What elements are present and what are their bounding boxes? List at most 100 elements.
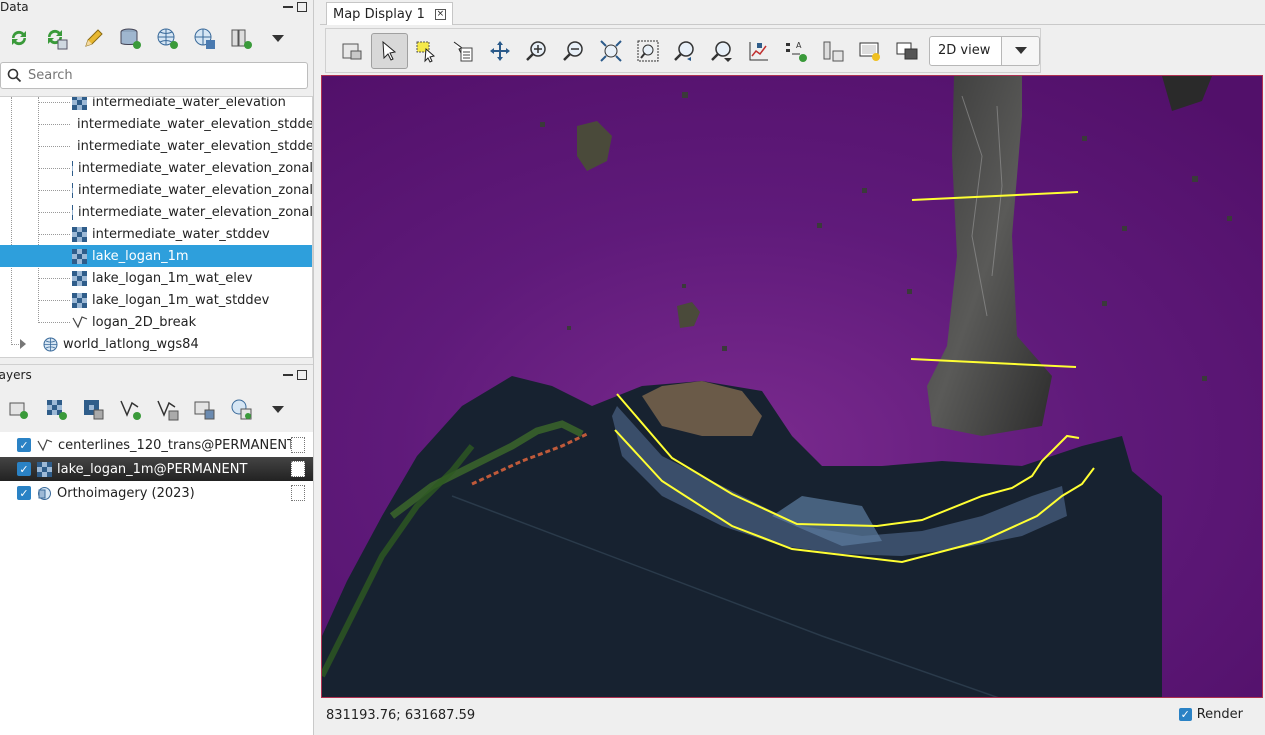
- add-web-layer-icon: [231, 399, 251, 420]
- data-menu-button[interactable]: [259, 22, 296, 54]
- zoom-region-icon: [637, 40, 659, 61]
- select-icon: [416, 41, 436, 63]
- layers-toolbar: [0, 393, 296, 425]
- display-map-button[interactable]: [334, 33, 371, 69]
- globe-icon: [43, 337, 58, 351]
- layer-checkbox[interactable]: ✓: [17, 462, 31, 476]
- minimize-icon[interactable]: [283, 374, 293, 376]
- add-raster-misc-icon: [83, 400, 103, 420]
- raster-icon: [72, 270, 87, 286]
- search-field[interactable]: [0, 62, 308, 89]
- select-button[interactable]: [408, 33, 445, 69]
- tree-item-selected[interactable]: lake_logan_1m: [0, 245, 312, 267]
- map-canvas[interactable]: [321, 75, 1263, 698]
- expand-arrow-icon[interactable]: [19, 339, 27, 349]
- layer-checkbox[interactable]: ✓: [17, 438, 31, 452]
- query-icon: [453, 41, 473, 61]
- view-mode-dropdown-button[interactable]: [1002, 35, 1040, 66]
- close-icon[interactable]: ×: [434, 8, 446, 20]
- zoom-extent-button[interactable]: [593, 33, 630, 69]
- add-raster-button[interactable]: [37, 393, 74, 425]
- decoration-button[interactable]: A: [777, 33, 814, 69]
- pointer-button[interactable]: [370, 32, 408, 69]
- render-checkbox[interactable]: ✓: [1178, 708, 1192, 721]
- search-icon: [7, 68, 22, 83]
- database-button[interactable]: [111, 22, 148, 54]
- add-web-service-button[interactable]: [222, 393, 259, 425]
- query-button[interactable]: [445, 33, 482, 69]
- svg-text:A: A: [796, 41, 802, 50]
- pointer-icon: [382, 40, 397, 61]
- tree-item[interactable]: lake_logan_1m_wat_elev: [0, 267, 312, 289]
- maximize-icon[interactable]: [297, 2, 307, 12]
- zoom-out-button[interactable]: [556, 33, 593, 69]
- tree-item-label: intermediate_water_elevation_zonal: [78, 204, 313, 220]
- edit-button[interactable]: [74, 22, 111, 54]
- web-service-button[interactable]: [148, 22, 185, 54]
- tree-item[interactable]: intermediate_water_stddev: [0, 223, 312, 245]
- menu-dropdown-icon: [271, 34, 284, 42]
- layer-row-selected[interactable]: ✓ lake_logan_1m@PERMANENT: [0, 457, 313, 481]
- display-settings-button[interactable]: [888, 33, 925, 69]
- raster-icon: [72, 248, 87, 264]
- zoom-out-icon: [563, 40, 583, 61]
- tree-item-label: world_latlong_wgs84: [63, 336, 199, 352]
- layers-panel-controls: [283, 368, 307, 382]
- add-map-layers-button[interactable]: [0, 393, 37, 425]
- tree-item[interactable]: intermediate_water_elevation_zonal: [0, 157, 313, 179]
- layer-settings-icon[interactable]: [291, 437, 305, 453]
- tree-item-label: intermediate_water_elevation_zonal: [78, 160, 313, 176]
- zoom-menu-button[interactable]: [703, 33, 740, 69]
- add-vector-misc-button[interactable]: [148, 393, 185, 425]
- zoom-region-button[interactable]: [630, 33, 667, 69]
- layer-settings-icon[interactable]: [291, 485, 305, 501]
- analyze-button[interactable]: [740, 33, 777, 69]
- raster-icon: [72, 160, 74, 176]
- layers-menu-button[interactable]: [259, 393, 296, 425]
- tree-item[interactable]: intermediate_water_elevation_stddev: [0, 113, 313, 135]
- tree-item[interactable]: world_latlong_wgs84: [0, 333, 312, 355]
- minimize-icon[interactable]: [283, 6, 293, 8]
- add-layers-icon: [9, 402, 28, 419]
- tab-map-display[interactable]: Map Display 1 ×: [326, 2, 453, 25]
- vector-line-icon: [37, 439, 53, 452]
- layer-row[interactable]: ✓ centerlines_120_trans@PERMANENT: [0, 433, 313, 457]
- map-toolbar: A 2D view: [325, 28, 1041, 73]
- layers-title-text: Layers: [0, 368, 32, 382]
- tree-item-label: lake_logan_1m: [92, 248, 189, 264]
- maximize-icon[interactable]: [297, 370, 307, 380]
- add-raster-misc-button[interactable]: [74, 393, 111, 425]
- search-input[interactable]: [28, 68, 288, 83]
- vector-line-icon: [72, 316, 88, 329]
- tree-item-label: lake_logan_1m_wat_stddev: [92, 292, 270, 308]
- layer-row[interactable]: ✓ Orthoimagery (2023): [0, 481, 313, 505]
- tree-item[interactable]: logan_2D_break: [0, 311, 312, 333]
- web-service-import-button[interactable]: [185, 22, 222, 54]
- menu-dropdown-icon: [271, 405, 284, 413]
- chevron-down-icon: [1014, 47, 1027, 54]
- print-button[interactable]: [851, 33, 888, 69]
- tree-item[interactable]: intermediate_water_elevation_zonal: [0, 179, 312, 201]
- tree-item[interactable]: lake_logan_1m_wat_stddev: [0, 289, 312, 311]
- save-display-button[interactable]: [814, 33, 851, 69]
- map-rendering[interactable]: [322, 76, 1263, 698]
- tree-item-label: intermediate_water_elevation_stddev: [77, 116, 313, 132]
- tree-item[interactable]: intermediate_water_elevation_zonal: [0, 201, 313, 223]
- add-vector-button[interactable]: [111, 393, 148, 425]
- pan-icon: [490, 40, 511, 61]
- reload-all-button[interactable]: [37, 22, 74, 54]
- view-mode-value[interactable]: 2D view: [929, 35, 1002, 66]
- tree-item[interactable]: intermediate_water_elevation_stddev: [0, 135, 312, 157]
- layer-checkbox[interactable]: ✓: [17, 486, 31, 500]
- zoom-in-button[interactable]: [519, 33, 556, 69]
- zoom-back-button[interactable]: [666, 33, 703, 69]
- add-vector-icon: [119, 400, 141, 420]
- add-overlay-button[interactable]: [185, 393, 222, 425]
- reload-button[interactable]: [0, 22, 37, 54]
- render-toggle[interactable]: ✓ Render: [1178, 707, 1243, 722]
- layer-settings-icon[interactable]: [291, 461, 305, 477]
- tree-item[interactable]: intermediate_water_elevation: [0, 97, 312, 113]
- pan-button[interactable]: [482, 33, 519, 69]
- import-button[interactable]: [222, 22, 259, 54]
- view-mode-select[interactable]: 2D view: [929, 35, 1040, 66]
